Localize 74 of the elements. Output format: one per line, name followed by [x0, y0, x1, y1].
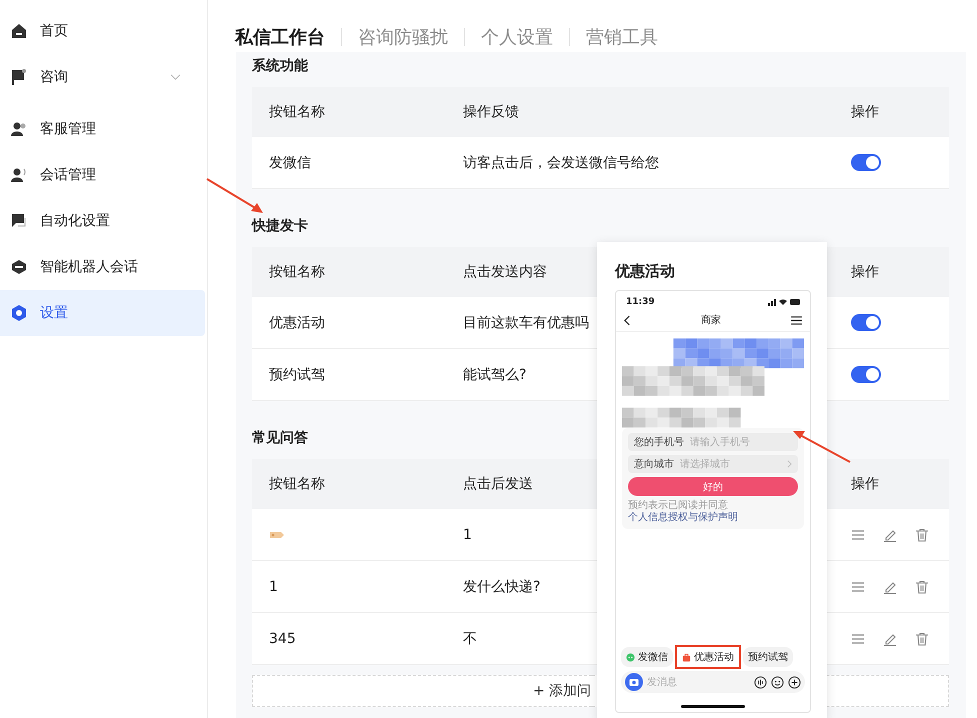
drag-handle-icon[interactable] [851, 528, 865, 542]
settings-icon [10, 304, 28, 322]
table-cell: 优惠活动 [269, 314, 325, 332]
toggle-switch[interactable] [851, 314, 881, 331]
tab[interactable]: 私信工作台 [235, 25, 325, 49]
toggle-switch[interactable] [851, 366, 881, 383]
nav-item[interactable]: 会话管理 [0, 152, 205, 198]
add-button[interactable]: + 添加问 [252, 675, 592, 707]
chat-title: 商家 [701, 314, 721, 327]
back-icon[interactable] [624, 314, 631, 326]
edit-icon[interactable] [883, 580, 897, 594]
nav-item[interactable]: 客服管理 [0, 106, 205, 152]
home-indicator [681, 705, 745, 708]
table-cell: 1 [463, 526, 472, 542]
table-cell: 1 [269, 578, 278, 594]
form-field[interactable]: 您的手机号 请输入手机号 [628, 433, 798, 451]
column-header: 操作 [851, 475, 879, 493]
menu-icon[interactable] [791, 316, 802, 324]
edit-icon[interactable] [883, 632, 897, 646]
nav-item[interactable]: 咨询 [0, 54, 205, 100]
table-cell: 目前这款车有优惠吗 [463, 314, 589, 332]
preview-title: 优惠活动 [615, 262, 676, 281]
form-field[interactable]: 意向城市 请选择城市 [628, 455, 798, 473]
section-title: 快捷发卡 [252, 217, 308, 236]
robot-icon [10, 258, 28, 276]
section-title: 系统功能 [252, 57, 308, 76]
table-cell: 发什么快递? [463, 578, 540, 596]
column-header: 按钮名称 [269, 263, 325, 281]
quick-reply-chip[interactable]: 预约试驾 [743, 647, 793, 667]
chevron-icon [787, 460, 792, 468]
emoji-icon[interactable] [771, 676, 784, 688]
voice-icon[interactable] [754, 676, 767, 688]
table-cell: 不 [463, 630, 477, 648]
people-icon [10, 120, 28, 138]
column-header: 按钮名称 [269, 103, 325, 121]
column-header: 点击后发送 [463, 475, 533, 493]
trash-icon[interactable] [915, 528, 929, 542]
trash-icon[interactable] [915, 580, 929, 594]
sticker-icon [269, 530, 285, 540]
table-cell: 发微信 [269, 154, 311, 172]
table-cell: 访客点击后，会发送微信号给您 [463, 154, 659, 172]
plus-icon[interactable] [788, 676, 801, 688]
chat-icon [10, 212, 28, 230]
table-cell: 能试驾么? [463, 366, 526, 384]
nav-item[interactable]: 智能机器人会话 [0, 244, 205, 290]
drag-handle-icon[interactable] [851, 632, 865, 646]
camera-icon[interactable] [625, 673, 643, 691]
arrow [792, 430, 852, 464]
quick-reply-chip[interactable]: 发微信 [621, 647, 673, 667]
status-time: 11:39 [626, 297, 655, 307]
column-header: 点击发送内容 [463, 263, 547, 281]
bag-icon [682, 652, 691, 662]
toggle-switch[interactable] [851, 154, 881, 171]
column-header: 按钮名称 [269, 475, 325, 493]
nav-item[interactable]: 首页 [0, 8, 205, 54]
edit-icon[interactable] [883, 528, 897, 542]
column-header: 操作反馈 [463, 103, 519, 121]
privacy-link[interactable]: 个人信息授权与保护声明 [628, 512, 738, 523]
person-icon [10, 166, 28, 184]
drag-handle-icon[interactable] [851, 580, 865, 594]
flag-icon [10, 68, 28, 86]
chat-bubble-icon [626, 652, 635, 662]
trash-icon[interactable] [915, 632, 929, 646]
column-header: 操作 [851, 103, 879, 121]
table-cell: 345 [269, 630, 296, 646]
consent-note: 预约表示已阅读并同意 个人信息授权与保护声明 [628, 500, 739, 524]
column-header: 操作 [851, 263, 879, 281]
quick-reply-chip[interactable]: 优惠活动 [677, 647, 739, 667]
status-icons [768, 298, 802, 306]
table-cell: 预约试驾 [269, 366, 325, 384]
nav-item[interactable]: 自动化设置 [0, 198, 205, 244]
section-title: 常见问答 [252, 429, 308, 448]
nav-item[interactable]: 设置 [0, 290, 205, 336]
home-icon [10, 22, 28, 40]
